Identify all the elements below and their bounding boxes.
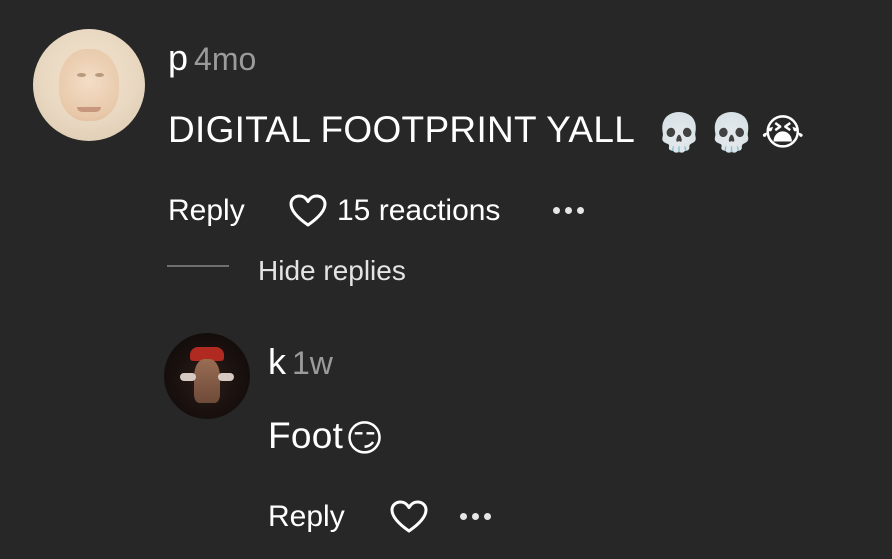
skull-emoji-2: 💀 xyxy=(708,111,756,154)
comment-reply-button[interactable]: Reply xyxy=(168,194,245,228)
avatar-figure xyxy=(194,359,220,403)
avatar-mouth xyxy=(77,107,101,112)
reply-reply-button[interactable]: Reply xyxy=(268,500,345,534)
more-dot xyxy=(472,513,479,520)
hide-replies-button[interactable]: Hide replies xyxy=(258,254,406,288)
more-options-icon[interactable] xyxy=(460,513,491,520)
smirking-emoji: 😏 xyxy=(345,417,385,460)
avatar-main-commenter[interactable] xyxy=(33,29,145,141)
skull-emoji-1: 💀 xyxy=(656,111,703,154)
comment-username[interactable]: p xyxy=(168,40,188,76)
reply-header: k 1w xyxy=(268,344,333,382)
comment-header: p 4mo xyxy=(168,40,257,78)
avatar-arm-left xyxy=(180,373,196,381)
more-dot xyxy=(484,513,491,520)
more-options-icon[interactable] xyxy=(553,207,584,214)
reply-body: Foot xyxy=(268,415,344,456)
avatar-arm-right xyxy=(218,373,234,381)
comment-text: DIGITAL FOOTPRINT YALL 💀 💀 😭 xyxy=(168,110,805,153)
reactions-count[interactable]: 15 reactions xyxy=(337,194,500,228)
reply-timestamp: 1w xyxy=(292,345,333,381)
replies-divider xyxy=(167,265,229,267)
heart-icon[interactable] xyxy=(289,194,327,228)
avatar-eye-right xyxy=(95,73,104,77)
comment-timestamp: 4mo xyxy=(194,41,257,77)
more-dot xyxy=(565,207,572,214)
reply-text: Foot😏 xyxy=(268,416,384,459)
more-dot xyxy=(553,207,560,214)
more-dot xyxy=(577,207,584,214)
comment-body: DIGITAL FOOTPRINT YALL xyxy=(168,109,634,150)
heart-icon[interactable] xyxy=(390,500,428,534)
reply-username[interactable]: k xyxy=(268,344,286,380)
more-dot xyxy=(460,513,467,520)
avatar-eye-left xyxy=(77,73,86,77)
avatar-reply-commenter[interactable] xyxy=(164,333,250,419)
loudly-crying-emoji: 😭 xyxy=(761,111,805,154)
